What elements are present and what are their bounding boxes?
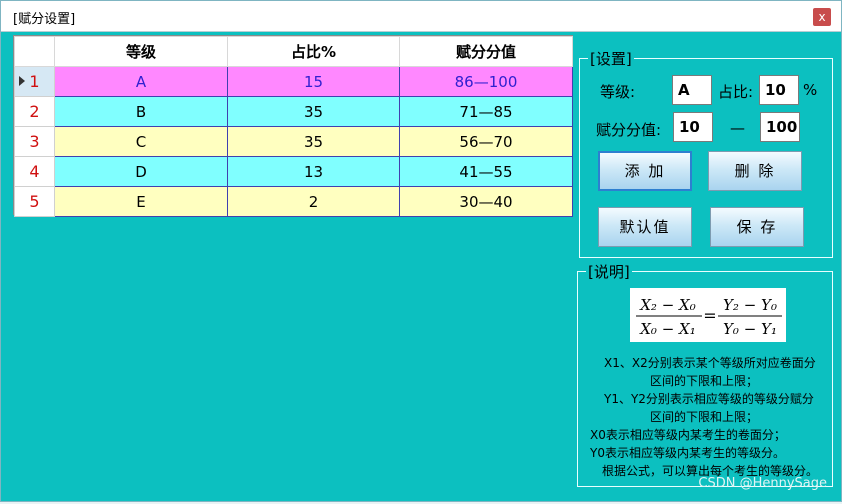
cell-grade[interactable]: A [54, 66, 228, 97]
row-number: 1 [29, 72, 40, 91]
explain-group: [说明] X₂ − X₀ X₀ − X₁ = Y₂ − Y₀ Y₀ − Y₁ X… [577, 261, 833, 487]
cell-score-range[interactable]: 30—40 [399, 186, 573, 217]
column-header-grade[interactable]: 等级 [54, 36, 228, 67]
cell-ratio[interactable]: 35 [227, 96, 400, 127]
row-header[interactable]: 3 [14, 126, 55, 157]
row-header-corner [14, 36, 55, 67]
save-button[interactable]: 保 存 [710, 207, 804, 247]
note-line: 区间的下限和上限； [649, 410, 758, 424]
percent-sign: % [803, 81, 818, 99]
grade-label: 等级: [600, 83, 636, 101]
explain-notes: X1、X2分别表示某个等级所对应卷面分 区间的下限和上限； Y1、Y2分别表示相… [584, 354, 824, 480]
cell-score-range[interactable]: 56—70 [399, 126, 573, 157]
score-min-input[interactable]: 10 [673, 112, 713, 142]
cell-grade[interactable]: E [54, 186, 228, 217]
formula-svg: X₂ − X₀ X₀ − X₁ = Y₂ − Y₀ Y₀ − Y₁ [636, 296, 782, 338]
current-row-arrow-icon [19, 76, 25, 86]
formula-image: X₂ − X₀ X₀ − X₁ = Y₂ − Y₀ Y₀ − Y₁ [630, 288, 786, 342]
grade-grid[interactable]: 等级 占比% 赋分分值 1 A 15 86—100 2 B 35 71—85 3 C 35 56—70… [13, 35, 573, 217]
default-button[interactable]: 默认值 [598, 207, 692, 247]
table-row[interactable]: 1 A 15 86—100 [14, 66, 573, 97]
row-header[interactable]: 5 [14, 186, 55, 217]
note-line: Y0表示相应等级内某考生的等级分。 [590, 446, 785, 460]
cell-grade[interactable]: D [54, 156, 228, 187]
score-dash: — [730, 119, 745, 137]
row-header[interactable]: 2 [14, 96, 55, 127]
table-row[interactable]: 4 D 13 41—55 [14, 156, 573, 187]
close-button[interactable]: x [813, 8, 831, 26]
grade-table: 等级 占比% 赋分分值 1 A 15 86—100 2 B 35 71—85 3 C 35 56—70… [14, 36, 573, 217]
add-button[interactable]: 添 加 [598, 151, 692, 191]
column-header-ratio[interactable]: 占比% [227, 36, 400, 67]
table-row[interactable]: 5 E 2 30—40 [14, 186, 573, 217]
cell-grade[interactable]: C [54, 126, 228, 157]
ratio-label: 占比: [718, 83, 754, 101]
cell-ratio[interactable]: 2 [227, 186, 400, 217]
delete-button[interactable]: 删 除 [708, 151, 802, 191]
table-header-row: 等级 占比% 赋分分值 [14, 36, 573, 67]
window-title: [赋分设置] [13, 12, 76, 27]
row-number: 5 [29, 192, 40, 211]
row-header[interactable]: 4 [14, 156, 55, 187]
note-line: 区间的下限和上限； [649, 374, 758, 388]
formula-right-numerator: Y₂ − Y₀ [723, 296, 777, 314]
column-header-score-range[interactable]: 赋分分值 [399, 36, 573, 67]
watermark: CSDN @HennySage [698, 476, 827, 491]
formula-left-numerator: X₂ − X₀ [639, 296, 696, 314]
cell-score-range[interactable]: 41—55 [399, 156, 573, 187]
assign-score-window: [赋分设置] x 等级 占比% 赋分分值 1 A 15 86—100 2 B 35 71—85… [0, 0, 842, 502]
formula-left-denominator: X₀ − X₁ [639, 320, 696, 338]
cell-grade[interactable]: B [54, 96, 228, 127]
formula-right-denominator: Y₀ − Y₁ [723, 320, 777, 338]
grade-input[interactable]: A [672, 75, 712, 105]
note-line: X1、X2分别表示某个等级所对应卷面分 [604, 356, 816, 370]
cell-score-range[interactable]: 71—85 [399, 96, 573, 127]
row-number: 3 [29, 132, 40, 151]
settings-group-label: [设置] [588, 48, 634, 69]
row-number: 4 [29, 162, 40, 181]
title-bar: [赋分设置] x [1, 1, 841, 32]
ratio-input[interactable]: 10 [759, 75, 799, 105]
explain-group-label: [说明] [586, 261, 632, 282]
close-icon: x [818, 10, 826, 24]
cell-score-range[interactable]: 86—100 [399, 66, 573, 97]
score-max-input[interactable]: 100 [760, 112, 800, 142]
table-row[interactable]: 2 B 35 71—85 [14, 96, 573, 127]
cell-ratio[interactable]: 15 [227, 66, 400, 97]
cell-ratio[interactable]: 13 [227, 156, 400, 187]
settings-group: [设置] 等级: A 占比: 10 % 赋分分值: 10 — 100 添 加 删… [579, 48, 833, 258]
formula-equals: = [703, 306, 716, 325]
score-label: 赋分分值: [596, 121, 662, 139]
row-header[interactable]: 1 [14, 66, 55, 97]
row-number: 2 [29, 102, 40, 121]
note-line: Y1、Y2分别表示相应等级的等级分赋分 [604, 392, 814, 406]
note-line: X0表示相应等级内某考生的卷面分； [590, 428, 786, 442]
cell-ratio[interactable]: 35 [227, 126, 400, 157]
table-row[interactable]: 3 C 35 56—70 [14, 126, 573, 157]
